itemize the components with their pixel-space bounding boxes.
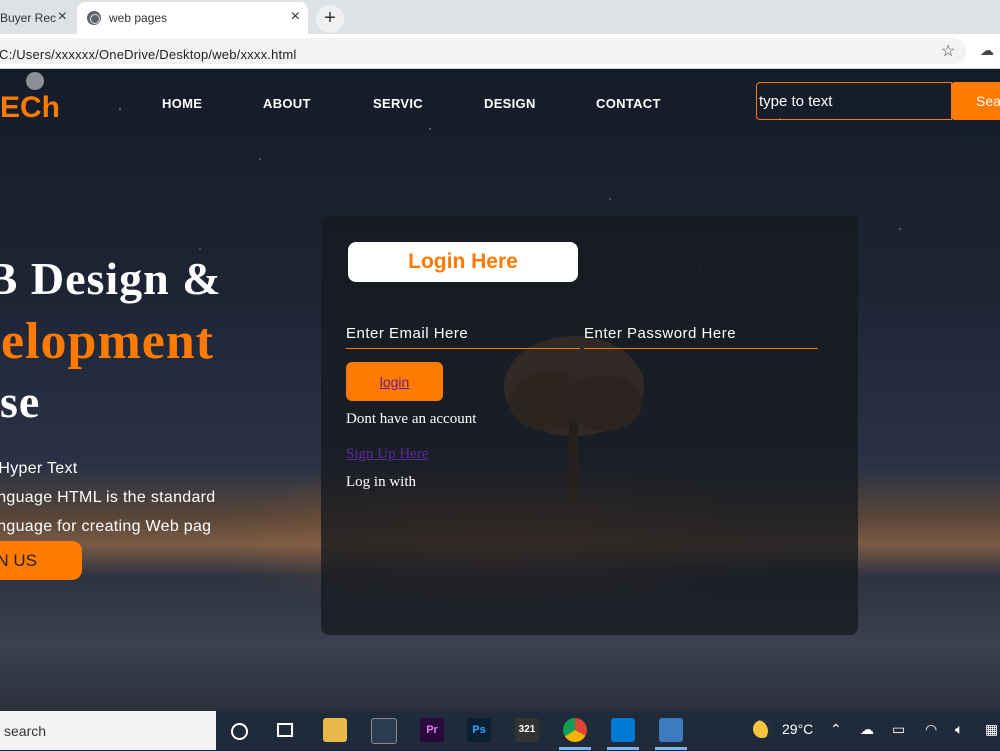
nav-service[interactable]: SERVIC <box>373 96 423 111</box>
join-us-button[interactable]: N US <box>0 541 82 580</box>
tab-buyer[interactable]: Buyer Rec × <box>0 2 75 34</box>
site-logo[interactable]: ECh <box>0 91 60 125</box>
temperature-text[interactable]: 29°C <box>782 721 813 737</box>
premiere-icon[interactable]: Pr <box>420 718 444 742</box>
nav-about[interactable]: ABOUT <box>263 96 311 111</box>
cloud-icon[interactable]: ☁ <box>860 721 874 738</box>
taskbar-search-box[interactable]: search <box>0 711 216 750</box>
weather-icon[interactable] <box>753 720 771 738</box>
hero-title-line-2: velopment <box>0 313 215 370</box>
web-page: ECh HOME ABOUT SERVIC DESIGN CONTACT Sea… <box>0 69 1000 711</box>
taskbar: search Pr Ps 321 29°C ⌃ ☁ ▭ ◠ 🔈︎ ▦ <box>0 711 1000 750</box>
extension-icon[interactable]: ☁ <box>980 42 994 59</box>
globe-icon <box>87 11 101 25</box>
tab-label: web pages <box>109 11 168 25</box>
url-text: C:/Users/xxxxxx/OneDrive/Desktop/web/xxx… <box>0 47 297 62</box>
password-field[interactable] <box>584 319 818 349</box>
keyboard-icon[interactable]: ▦ <box>985 721 998 738</box>
chrome-icon[interactable] <box>563 718 587 742</box>
tab-web-pages[interactable]: web pages × <box>77 2 308 34</box>
hero-paragraph: r Hyper Text anguage HTML is the standar… <box>0 454 248 541</box>
login-with-text: Log in with <box>346 474 416 490</box>
email-field[interactable] <box>346 319 580 349</box>
new-tab-button[interactable]: + <box>316 5 344 33</box>
tab-label: Buyer Rec <box>0 11 57 25</box>
hero-paragraph-line: anguage HTML is the standard <box>0 489 216 506</box>
login-card: Login Here login Dont have an account Si… <box>321 216 858 635</box>
search-input[interactable] <box>756 82 952 120</box>
file-explorer-icon[interactable] <box>323 718 347 742</box>
tree-image <box>504 336 644 501</box>
signup-link[interactable]: Sign Up Here <box>346 446 429 463</box>
nav-design[interactable]: DESIGN <box>484 96 536 111</box>
hero-paragraph-line: anguage for creating Web pag <box>0 518 212 535</box>
volume-icon[interactable]: 🔈︎ <box>955 721 963 738</box>
vscode-icon[interactable] <box>611 718 635 742</box>
hero-paragraph-line: r Hyper Text <box>0 460 78 477</box>
close-tab-icon[interactable]: × <box>58 8 67 26</box>
bookmark-star-icon[interactable]: ☆ <box>941 41 955 61</box>
browser-tab-bar: Buyer Rec × web pages × + <box>0 0 1000 34</box>
store-icon[interactable] <box>371 718 397 744</box>
cortana-icon[interactable] <box>231 723 248 740</box>
battery-icon[interactable]: ▭ <box>892 721 905 738</box>
hero-title-line-1: EB Design & <box>0 253 222 304</box>
wifi-icon[interactable]: ◠ <box>925 721 937 738</box>
media-player-icon[interactable]: 321 <box>515 718 539 742</box>
photoshop-icon[interactable]: Ps <box>467 718 491 742</box>
task-view-icon[interactable] <box>277 723 293 737</box>
hero-title-line-3: urse <box>0 376 41 427</box>
nav-home[interactable]: HOME <box>162 96 202 111</box>
nav-contact[interactable]: CONTACT <box>596 96 661 111</box>
photos-icon[interactable] <box>659 718 683 742</box>
login-button[interactable]: login <box>346 362 443 401</box>
moon-icon <box>26 72 44 90</box>
search-button[interactable]: Sea <box>951 82 1000 120</box>
close-tab-icon[interactable]: × <box>291 8 300 26</box>
chevron-up-icon[interactable]: ⌃ <box>830 721 842 738</box>
address-bar-row: C:/Users/xxxxxx/OneDrive/Desktop/web/xxx… <box>0 34 1000 69</box>
address-bar[interactable]: C:/Users/xxxxxx/OneDrive/Desktop/web/xxx… <box>0 38 966 64</box>
login-title: Login Here <box>348 242 578 282</box>
no-account-text: Dont have an account <box>346 411 477 427</box>
